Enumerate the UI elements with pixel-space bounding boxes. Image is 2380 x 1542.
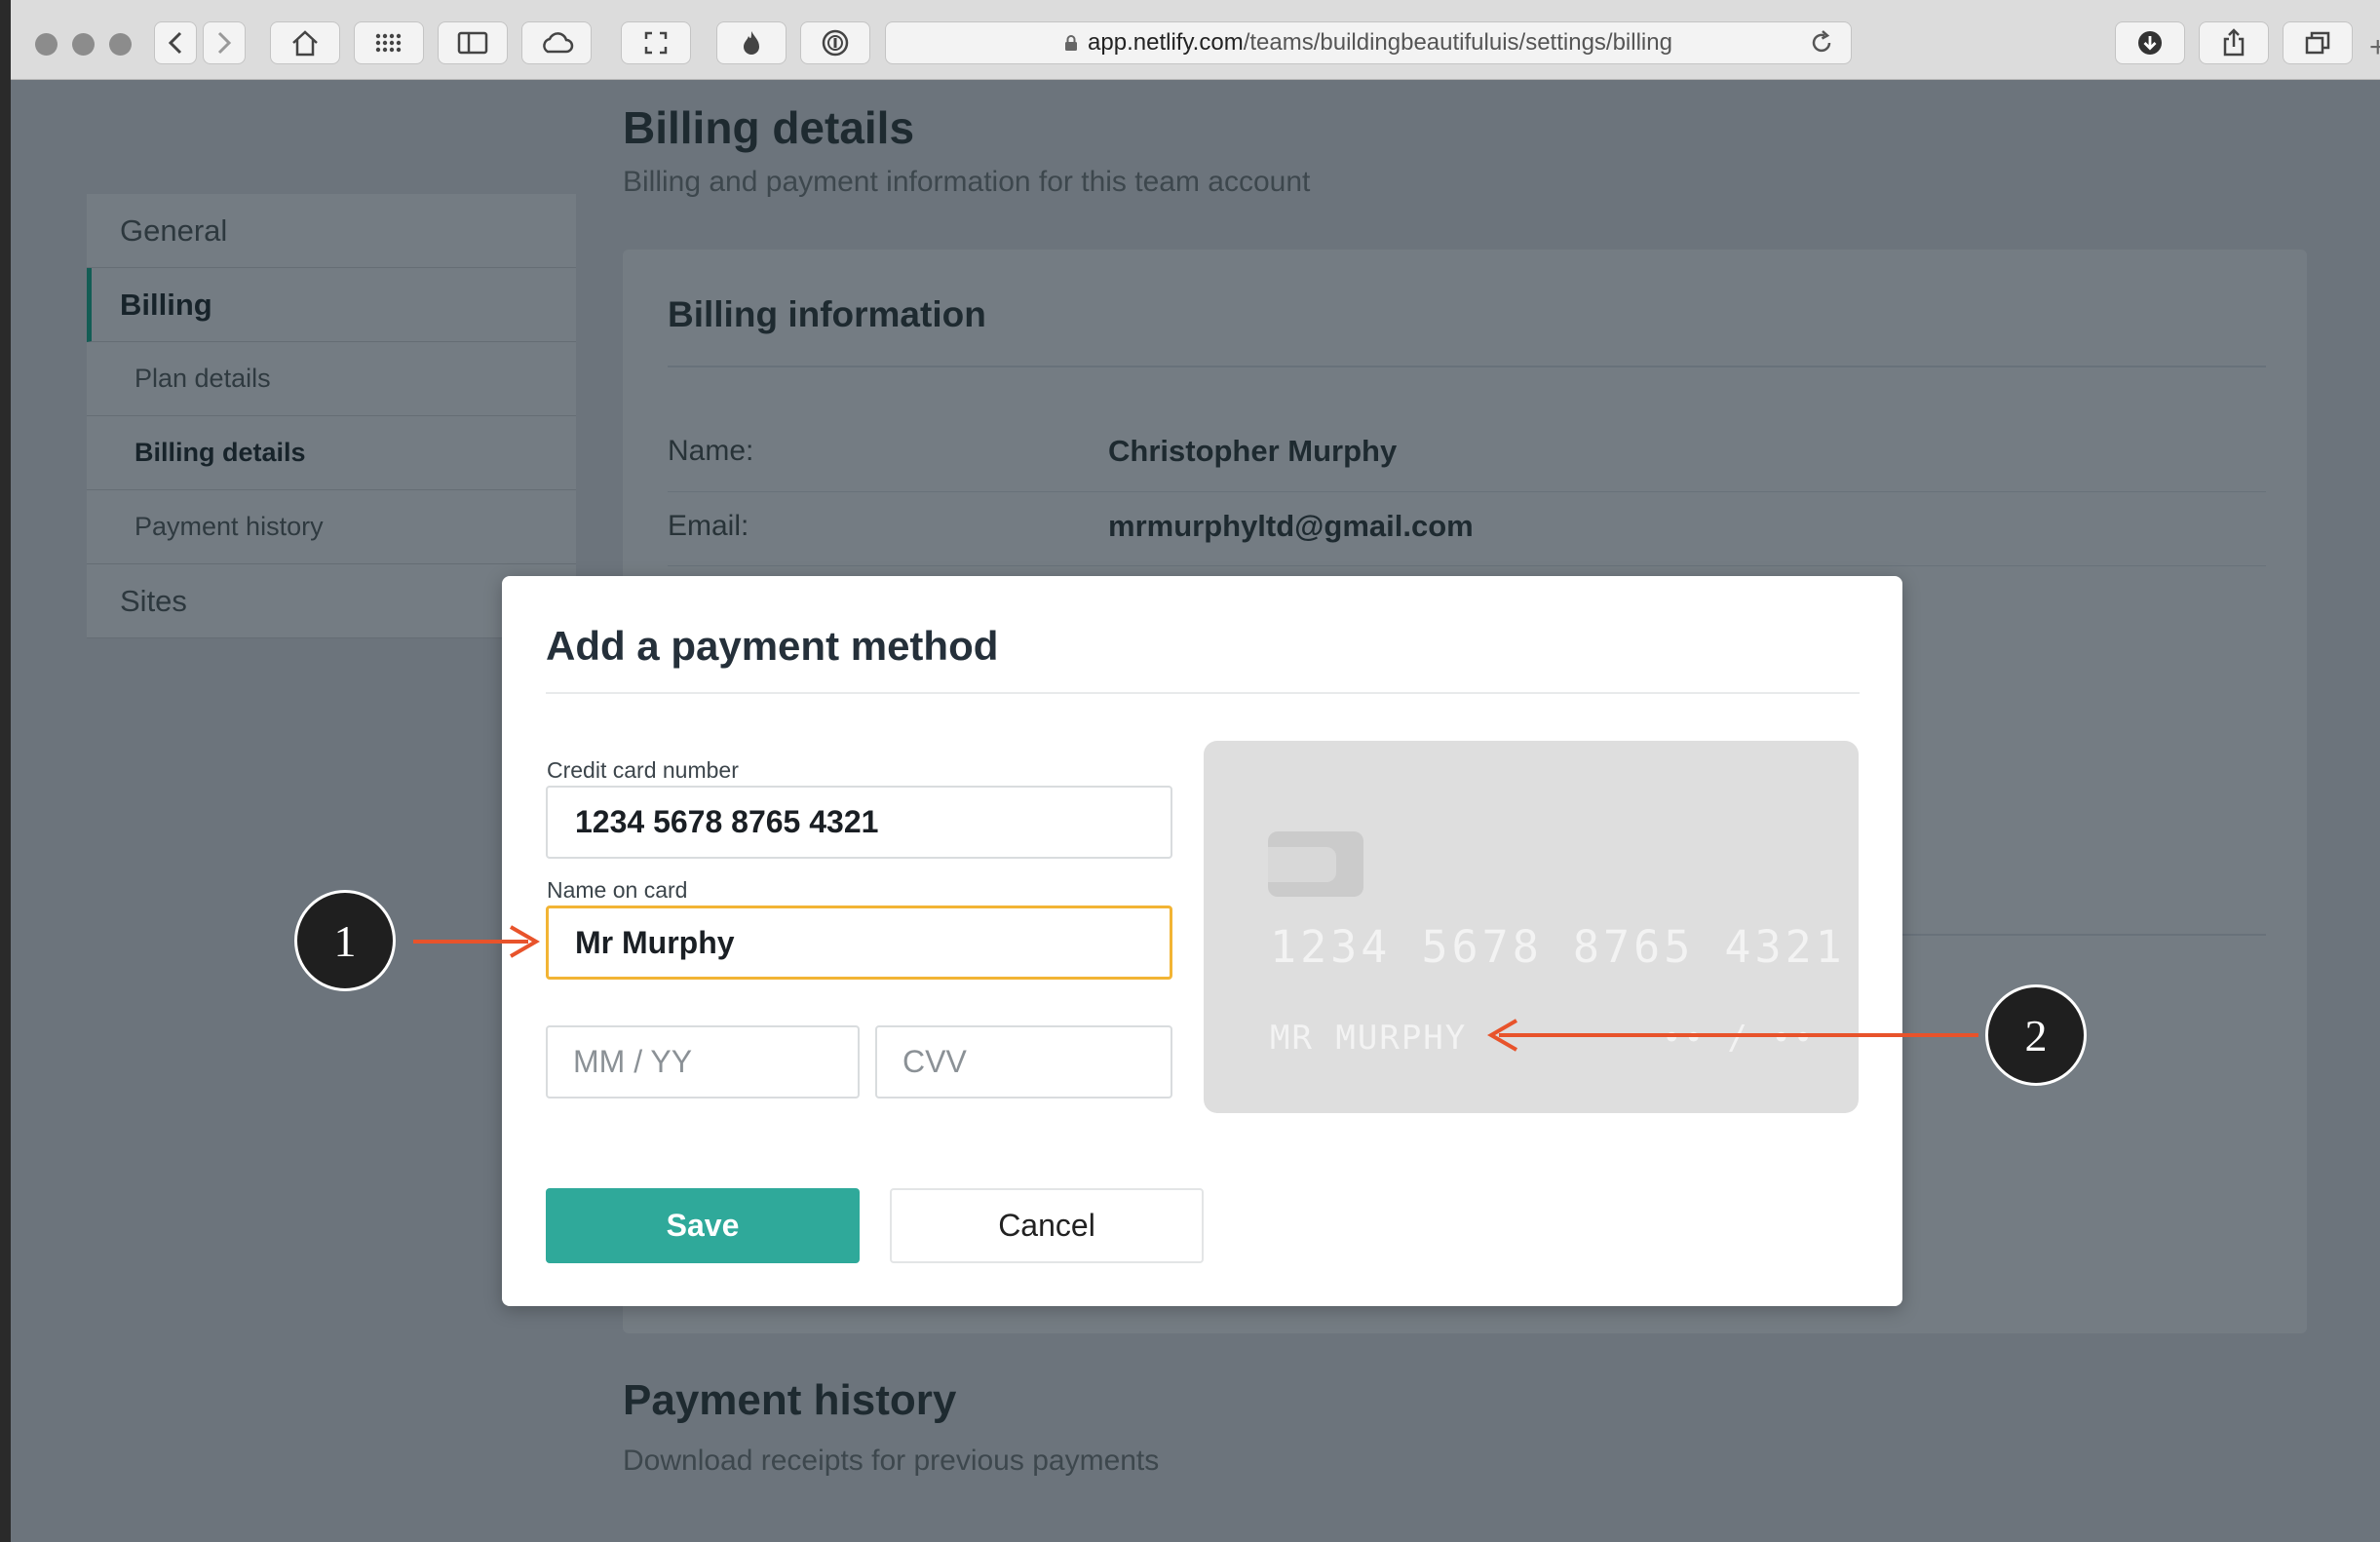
arrow-1 — [413, 925, 541, 958]
arrow-2 — [1486, 1019, 1978, 1052]
annotation-arrows — [413, 925, 1978, 1052]
callout-1: 1 — [294, 890, 396, 991]
callout-2: 2 — [1985, 984, 2087, 1086]
